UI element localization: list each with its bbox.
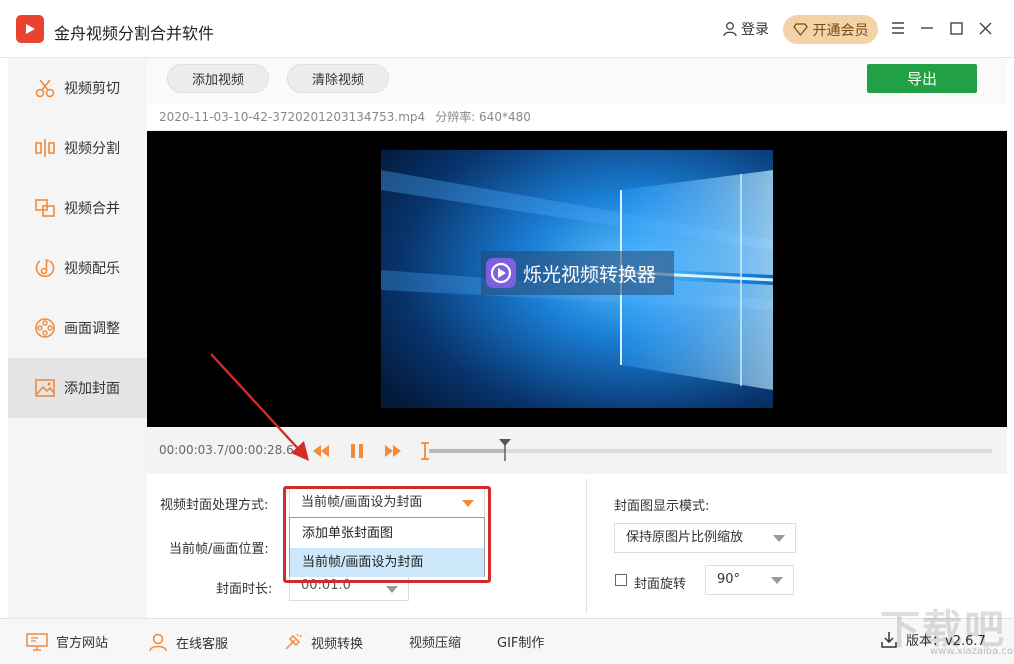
sidebar-item-video-merge[interactable]: 视频合并 xyxy=(8,178,147,238)
scissors-icon xyxy=(34,77,56,99)
title-bar: 金舟视频分割合并软件 登录 开通会员 xyxy=(0,0,1014,58)
display-mode-select[interactable]: 保持原图片比例缩放 xyxy=(614,523,796,553)
file-resolution: 分辨率: 640*480 xyxy=(435,110,531,124)
panel-divider xyxy=(586,479,587,614)
maximize-icon[interactable] xyxy=(945,17,967,39)
sidebar-item-add-cover[interactable]: 添加封面 xyxy=(8,358,147,418)
video-compress-label: 视频压缩 xyxy=(409,636,462,651)
video-convert-label: 视频转换 xyxy=(311,636,364,652)
rotate-angle-value: 90° xyxy=(717,572,741,587)
status-bar: 官方网站 在线客服 视频转换 视频压缩 GIF制作 版本：v2.6.7 xyxy=(0,618,1014,664)
chevron-down-icon xyxy=(771,577,783,584)
playhead-handle[interactable] xyxy=(499,439,511,461)
stepper-down-icon xyxy=(386,586,398,593)
fast-forward-icon[interactable] xyxy=(383,441,403,461)
watermark-text: 烁光视频转换器 xyxy=(523,263,657,286)
online-service-link[interactable]: 在线客服 xyxy=(148,632,228,652)
sidebar-item-video-cut[interactable]: 视频剪切 xyxy=(8,58,147,118)
display-mode-value: 保持原图片比例缩放 xyxy=(626,530,744,545)
add-video-button[interactable]: 添加视频 xyxy=(167,64,269,93)
file-info-bar: 2020-11-03-10-42-3720201203134753.mp4 分辨率… xyxy=(147,104,1007,131)
frame-position-label: 当前帧/画面位置: xyxy=(169,542,269,557)
rotate-checkbox[interactable] xyxy=(615,574,627,586)
video-convert-link[interactable]: 视频转换 xyxy=(283,632,363,652)
menu-icon[interactable] xyxy=(887,17,909,39)
sidebar-item-label: 视频剪切 xyxy=(64,81,120,97)
login-label: 登录 xyxy=(741,22,769,38)
cover-settings-panel xyxy=(147,474,1007,618)
vip-label: 开通会员 xyxy=(812,22,869,39)
online-service-label: 在线客服 xyxy=(176,636,229,652)
video-frame: 烁光视频转换器 xyxy=(381,150,773,408)
display-mode-label: 封面图显示模式: xyxy=(614,499,710,514)
close-icon[interactable] xyxy=(974,17,996,39)
sidebar-item-video-music[interactable]: 视频配乐 xyxy=(8,238,147,298)
clear-video-button[interactable]: 清除视频 xyxy=(287,64,389,93)
music-icon xyxy=(34,257,56,279)
export-button[interactable]: 导出 xyxy=(867,64,977,93)
timeline-track[interactable] xyxy=(429,449,992,453)
convert-tool-icon xyxy=(285,633,302,650)
video-compress-link[interactable]: 视频压缩 xyxy=(409,632,461,651)
minimize-icon[interactable] xyxy=(916,17,938,39)
merge-icon xyxy=(34,197,56,219)
cover-duration-label: 封面时长: xyxy=(216,582,273,597)
chevron-down-icon xyxy=(773,535,785,542)
sidebar-item-label: 视频分割 xyxy=(64,141,120,157)
sidebar-item-label: 视频配乐 xyxy=(64,261,120,277)
diamond-icon xyxy=(792,23,808,36)
site-watermark-url: www.xiazaiba.com xyxy=(930,646,1014,657)
sidebar-item-picture-adjust[interactable]: 画面调整 xyxy=(8,298,147,358)
gif-maker-link[interactable]: GIF制作 xyxy=(497,632,544,651)
watermark-logo-icon xyxy=(486,258,516,288)
sidebar: 视频剪切 视频分割 视频合并 视频配乐 画面调整 添加封面 xyxy=(8,58,147,618)
sidebar-item-label: 画面调整 xyxy=(64,321,120,337)
cover-mode-label: 视频封面处理方式: xyxy=(160,498,269,513)
annotation-arrow xyxy=(210,353,309,461)
image-icon xyxy=(34,377,56,399)
rotate-angle-select[interactable]: 90° xyxy=(705,565,794,595)
highlight-annotation-box xyxy=(283,486,491,583)
toolbar: 添加视频 清除视频 导出 xyxy=(147,58,1007,104)
split-icon xyxy=(34,137,56,159)
official-website-label: 官方网站 xyxy=(56,636,109,651)
gif-maker-label: GIF制作 xyxy=(497,636,545,651)
file-name: 2020-11-03-10-42-3720201203134753.mp4 xyxy=(159,110,426,124)
vip-button[interactable]: 开通会员 xyxy=(783,15,878,44)
monitor-icon xyxy=(26,632,48,651)
preview-watermark: 烁光视频转换器 xyxy=(481,251,674,295)
film-reel-icon xyxy=(34,317,56,339)
sidebar-item-video-split[interactable]: 视频分割 xyxy=(8,118,147,178)
support-agent-icon xyxy=(149,633,167,652)
login-button[interactable]: 登录 xyxy=(722,19,769,39)
sidebar-item-label: 添加封面 xyxy=(64,381,120,397)
official-website-link[interactable]: 官方网站 xyxy=(26,632,108,651)
app-title: 金舟视频分割合并软件 xyxy=(54,24,215,43)
user-icon xyxy=(723,22,737,37)
app-logo-icon xyxy=(16,15,44,43)
rotate-label: 封面旋转 xyxy=(634,577,687,592)
timeline-progress xyxy=(429,449,505,453)
pause-icon[interactable] xyxy=(347,441,367,461)
sidebar-item-label: 视频合并 xyxy=(64,201,120,217)
